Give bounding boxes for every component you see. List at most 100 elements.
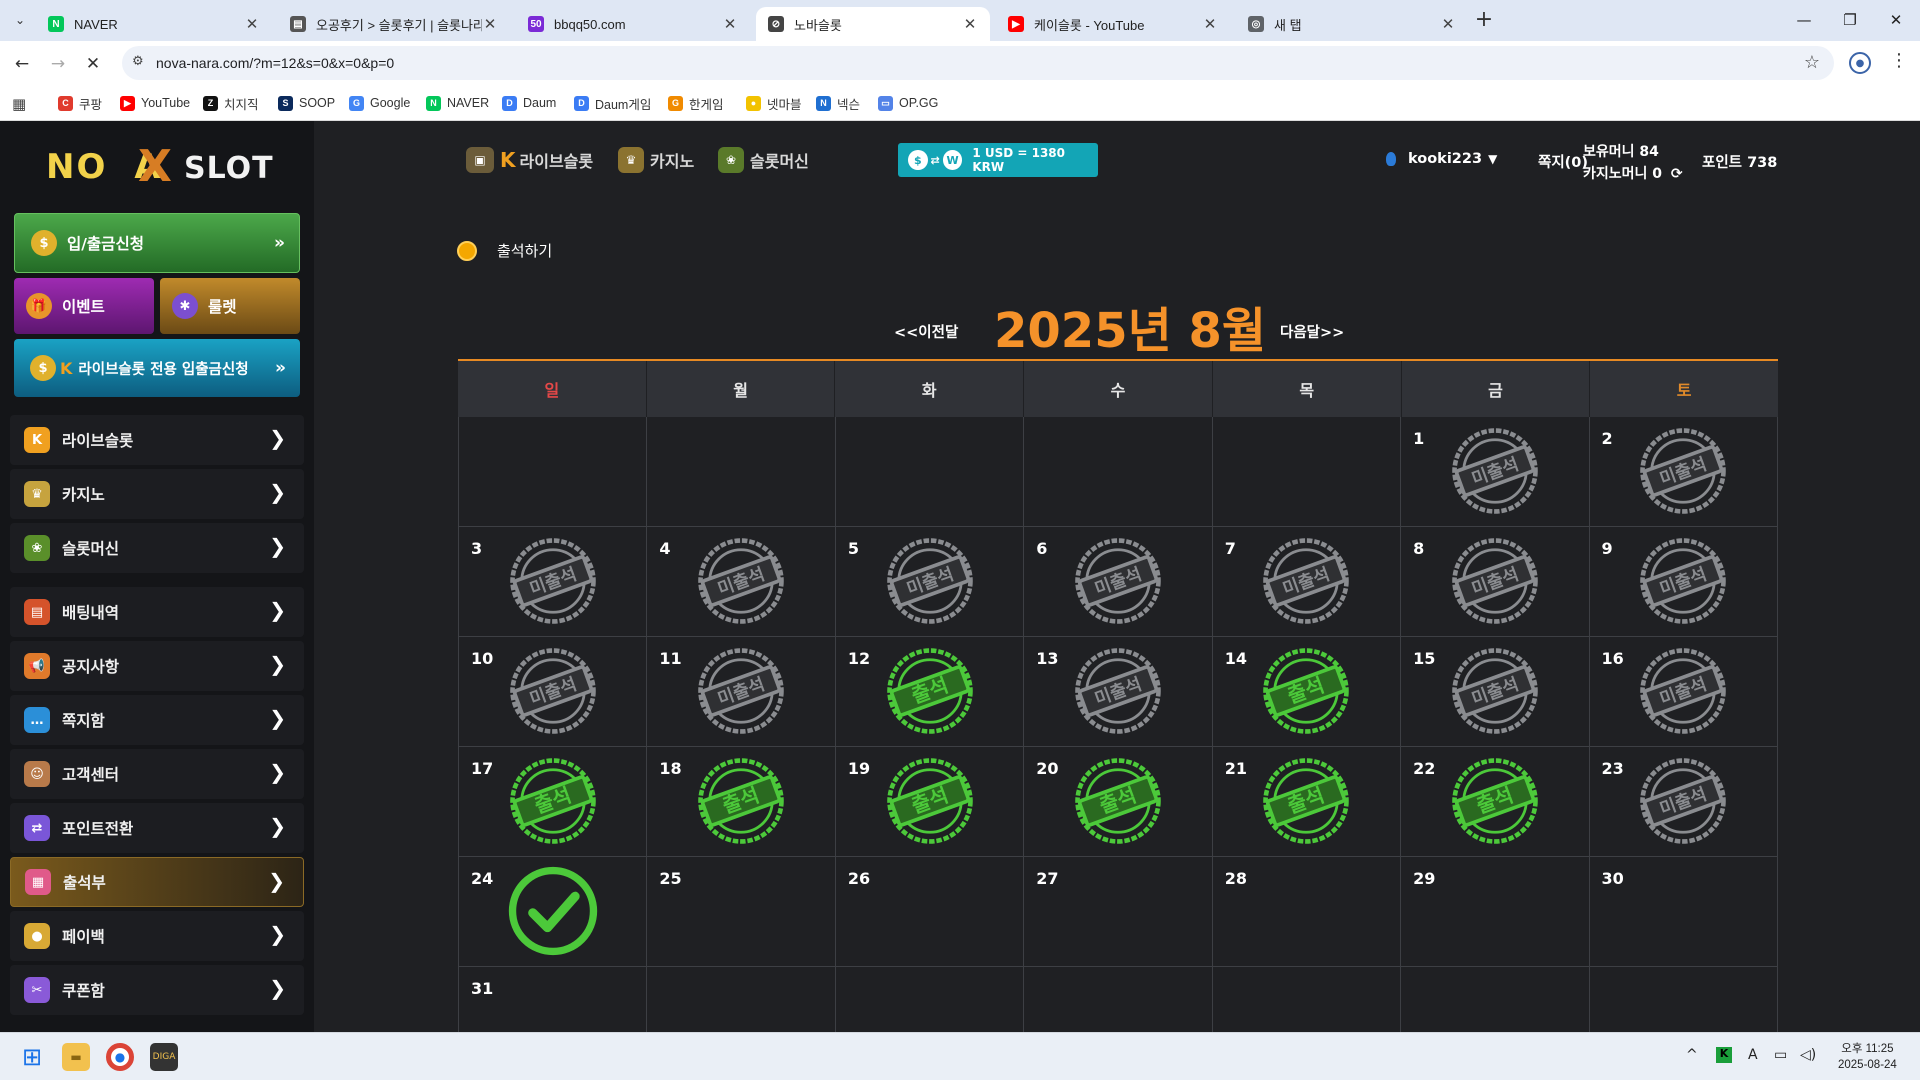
close-window-icon[interactable]: ✕ [1874,0,1918,40]
bookmark-star-icon[interactable]: ☆ [1804,52,1820,73]
sidebar-menu-item[interactable]: … 쪽지함 ❯ [10,695,304,745]
nav-casino[interactable]: ♛ 카지노 [618,143,694,177]
calendar-day-cell[interactable]: 12 출석 [835,637,1025,747]
file-explorer-icon[interactable]: ▬ [62,1043,90,1071]
browser-menu-icon[interactable]: ⋮ [1890,50,1908,71]
calendar-day-cell[interactable]: 23 미출석 [1589,747,1778,857]
network-icon[interactable]: ▭ [1774,1047,1787,1063]
calendar-day-cell[interactable]: 6 미출석 [1024,527,1213,637]
new-tab-button[interactable]: + [1470,8,1498,34]
calendar-day-cell[interactable]: 27 [1024,857,1213,967]
nav-slot-machine[interactable]: ❀ 슬롯머신 [718,143,809,177]
bookmark-item[interactable]: G Google [349,91,410,115]
bookmark-item[interactable]: ▶ YouTube [120,91,190,115]
bookmark-item[interactable]: Z 치지직 [203,91,259,115]
calendar-day-cell[interactable]: 13 미출석 [1024,637,1213,747]
calendar-day-cell[interactable]: 17 출석 [458,747,648,857]
calendar-day-cell[interactable]: 24 [458,857,648,967]
url-text[interactable]: nova-nara.com/?m=12&s=0&x=0&p=0 [156,55,394,71]
calendar-day-cell[interactable]: 20 출석 [1024,747,1213,857]
calendar-day-cell[interactable]: 3 미출석 [458,527,648,637]
tab-search-icon[interactable]: ⌄ [8,9,32,31]
sidebar-menu-item[interactable]: ▦ 출석부 ❯ [10,857,304,907]
sidebar-menu-item[interactable]: ▤ 배팅내역 ❯ [10,587,304,637]
calendar-day-cell[interactable]: 26 [835,857,1025,967]
bookmark-item[interactable]: G 한게임 [668,91,724,115]
sidebar-menu-item[interactable]: 📢 공지사항 ❯ [10,641,304,691]
user-menu[interactable]: kooki223 ▼ [1386,151,1497,167]
bookmark-item[interactable]: ● 넷마블 [746,91,802,115]
app-icon[interactable]: DIGA [150,1043,178,1071]
bookmark-item[interactable]: ▭ OP.GG [878,91,938,115]
omnibox[interactable]: ⚙ nova-nara.com/?m=12&s=0&x=0&p=0 ☆ [122,46,1834,80]
calendar-day-cell[interactable]: 11 미출석 [647,637,836,747]
browser-tab[interactable]: 50 bbqq50.com ✕ [516,7,750,41]
next-month-link[interactable]: 다음달>> [1280,321,1344,342]
deposit-withdraw-button[interactable]: $ 입/출금신청 » [14,213,300,273]
sidebar-menu-item[interactable]: ✂ 쿠폰함 ❯ [10,965,304,1015]
tray-chevron-up-icon[interactable]: ^ [1686,1047,1698,1063]
tab-close-icon[interactable]: ✕ [1202,15,1218,33]
tab-close-icon[interactable]: ✕ [962,15,978,33]
calendar-day-cell[interactable]: 10 미출석 [458,637,648,747]
chrome-icon[interactable]: ● [106,1043,134,1071]
tab-close-icon[interactable]: ✕ [244,15,260,33]
profile-icon[interactable]: ● [1849,52,1871,74]
calendar-day-cell[interactable]: 2 미출석 [1589,417,1778,527]
apps-grid-icon[interactable]: ▦ [12,95,26,113]
roulette-button[interactable]: ✱ 룰렛 [160,278,300,334]
refresh-icon[interactable]: ⟳ [1671,166,1683,182]
nav-live-slot[interactable]: ▣ K 라이브슬롯 [466,143,593,177]
calendar-day-cell[interactable]: 25 [647,857,836,967]
calendar-day-cell[interactable]: 21 출석 [1212,747,1402,857]
messages-link[interactable]: 쪽지(0) [1538,151,1588,172]
tab-close-icon[interactable]: ✕ [1440,15,1456,33]
calendar-day-cell[interactable]: 8 미출석 [1401,527,1590,637]
bookmark-item[interactable]: D Daum [502,91,556,115]
browser-tab[interactable]: ◎ 새 탭 ✕ [1236,7,1468,41]
bookmark-item[interactable]: N 넥슨 [816,91,860,115]
sidebar-menu-item[interactable]: ♛ 카지노 ❯ [10,469,304,519]
k-tray-icon[interactable]: K [1716,1047,1732,1063]
bookmark-item[interactable]: D Daum게임 [574,91,651,115]
tab-close-icon[interactable]: ✕ [482,15,498,33]
calendar-day-cell[interactable]: 7 미출석 [1212,527,1402,637]
system-clock[interactable]: 오후 11:25 2025-08-24 [1838,1041,1897,1073]
live-slot-deposit-button[interactable]: $ K 라이브슬롯 전용 입출금신청 » [14,339,300,397]
tab-close-icon[interactable]: ✕ [722,15,738,33]
bookmark-item[interactable]: N NAVER [426,91,489,115]
minimize-icon[interactable]: — [1782,0,1826,40]
sidebar-menu-item[interactable]: ☺ 고객센터 ❯ [10,749,304,799]
restore-icon[interactable]: ❐ [1828,0,1872,40]
stop-loading-icon[interactable]: ✕ [80,51,106,77]
browser-tab[interactable]: ▶ 케이슬롯 - YouTube ✕ [996,7,1230,41]
site-logo[interactable]: NOXA X SLOT [46,141,286,201]
calendar-day-cell[interactable]: 31 [458,967,648,1032]
bookmark-item[interactable]: S SOOP [278,91,335,115]
calendar-day-cell[interactable]: 18 출석 [647,747,836,857]
calendar-day-cell[interactable]: 1 미출석 [1401,417,1590,527]
calendar-day-cell[interactable]: 30 [1589,857,1778,967]
event-button[interactable]: 🎁 이벤트 [14,278,154,334]
ime-icon[interactable]: A [1748,1047,1758,1063]
sidebar-menu-item[interactable]: K 라이브슬롯 ❯ [10,415,304,465]
sidebar-menu-item[interactable]: ⇄ 포인트전환 ❯ [10,803,304,853]
calendar-day-cell[interactable]: 15 미출석 [1401,637,1590,747]
calendar-day-cell[interactable]: 28 [1212,857,1402,967]
browser-tab[interactable]: ⊘ 노바슬롯 ✕ [756,7,990,41]
windows-start-icon[interactable]: ⊞ [18,1043,46,1071]
prev-month-link[interactable]: <<이전달 [894,321,958,342]
sidebar-menu-item[interactable]: ● 페이백 ❯ [10,911,304,961]
calendar-day-cell[interactable]: 4 미출석 [647,527,836,637]
sidebar-menu-item[interactable]: ❀ 슬롯머신 ❯ [10,523,304,573]
calendar-day-cell[interactable]: 5 미출석 [835,527,1025,637]
calendar-day-cell[interactable]: 19 출석 [835,747,1025,857]
browser-tab[interactable]: N NAVER ✕ [36,7,272,41]
calendar-day-cell[interactable]: 29 [1401,857,1590,967]
forward-icon[interactable]: → [45,51,71,77]
site-info-icon[interactable]: ⚙ [132,54,144,69]
calendar-day-cell[interactable]: 9 미출석 [1589,527,1778,637]
back-icon[interactable]: ← [9,51,35,77]
bookmark-item[interactable]: C 쿠팡 [58,91,102,115]
calendar-day-cell[interactable]: 16 미출석 [1589,637,1778,747]
